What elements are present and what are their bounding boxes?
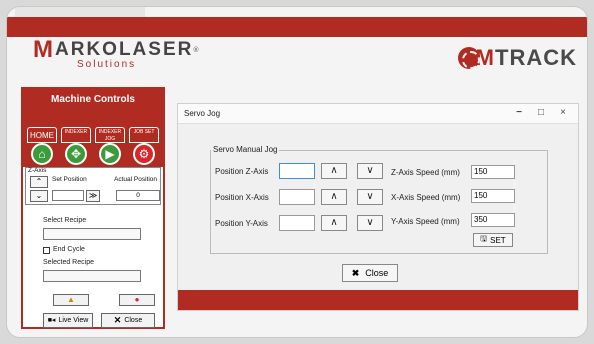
z-speed-input[interactable]: 150 [471, 165, 515, 179]
position-z-input[interactable] [279, 163, 315, 179]
y-speed-label: Y-Axis Speed (mm) [391, 217, 460, 226]
panel-spacer [23, 111, 163, 127]
z-up-arrow-button[interactable]: ∧ [321, 163, 347, 179]
job-set-button[interactable]: JOB SET ⚙ [129, 127, 159, 165]
crosshair-icon: ✥ [65, 143, 87, 165]
z-down-button[interactable]: ⌄ [30, 190, 48, 202]
group-title: Servo Manual Jog [211, 145, 280, 154]
position-z-label: Position Z-Axis [215, 167, 269, 176]
play-icon: ▶ [99, 143, 121, 165]
home-button[interactable]: HOME ⌂ [27, 127, 57, 165]
live-view-label: Live View [58, 317, 89, 324]
z-down-arrow-button[interactable]: ∨ [357, 163, 383, 179]
selected-recipe-field [43, 270, 141, 282]
stop-icon: ● [134, 295, 140, 304]
indexer-jog-button[interactable]: INDEXER JOG ▶ [95, 127, 125, 165]
window-titlebar: Servo Jog − □ × [178, 104, 578, 124]
tab-strip [15, 7, 145, 17]
x-speed-input[interactable]: 150 [471, 189, 515, 203]
house-icon: ⌂ [31, 143, 53, 165]
z-axis-legend: Z-Axis [28, 167, 47, 174]
indexer-button[interactable]: INDEXER ✥ [61, 127, 91, 165]
set-position-field[interactable] [52, 190, 84, 201]
servo-jog-window: Servo Jog − □ × Servo Manual Jog Positio… [177, 103, 579, 311]
z-axis-group: Z-Axis Set Position Actual Position ⌃ ⌄ … [25, 167, 161, 205]
indexer-label: INDEXER [61, 127, 91, 143]
end-cycle-label: End Cycle [53, 246, 85, 253]
set-label: SET [490, 235, 506, 245]
save-icon: 🖫 [480, 234, 488, 243]
end-cycle-checkbox[interactable] [43, 247, 50, 254]
top-bar [7, 17, 587, 37]
window-title: Servo Jog [184, 109, 221, 118]
x-down-arrow-button[interactable]: ∨ [357, 189, 383, 205]
servo-manual-jog-group: Servo Manual Jog Position Z-Axis ∧ ∨ Z-A… [210, 145, 548, 254]
job-set-label: JOB SET [129, 127, 159, 143]
position-y-label: Position Y-Axis [215, 219, 268, 228]
z-speed-label: Z-Axis Speed (mm) [391, 168, 460, 177]
selected-recipe-label: Selected Recipe [43, 259, 94, 266]
camera-icon: ■◂ [47, 317, 56, 324]
machine-controls-title: Machine Controls [23, 89, 163, 111]
logo-text: ARKOLASER [55, 39, 194, 60]
indexer-jog-label: INDEXER JOG [95, 127, 125, 143]
select-recipe-dropdown[interactable] [43, 228, 141, 240]
home-label: HOME [27, 127, 57, 143]
jog-close-button[interactable]: ✖ Close [342, 264, 398, 282]
panel-close-label: Close [124, 317, 143, 324]
position-y-input[interactable] [279, 215, 315, 231]
window-close-button[interactable]: × [556, 107, 570, 118]
logo-m: M [33, 36, 55, 63]
app-frame: M ARKOLASER ® Solutions MTRACK Machine C… [6, 6, 588, 338]
y-speed-input[interactable]: 350 [471, 213, 515, 227]
mtrack-logo: MTRACK [457, 45, 577, 71]
maximize-button[interactable]: □ [534, 107, 548, 118]
z-up-button[interactable]: ⌃ [30, 176, 48, 188]
set-button[interactable]: 🖫 SET [473, 233, 513, 247]
window-footer-bar [178, 290, 578, 310]
close-icon: ✖ [351, 267, 360, 278]
machine-controls-panel: Machine Controls HOME ⌂ INDEXER ✥ INDEXE… [21, 87, 165, 329]
jog-close-label: Close [365, 268, 389, 278]
gear-icon: ⚙ [133, 143, 155, 165]
x-speed-label: X-Axis Speed (mm) [391, 193, 461, 202]
x-up-arrow-button[interactable]: ∧ [321, 189, 347, 205]
select-recipe-label: Select Recipe [43, 217, 87, 224]
markolaser-logo: M ARKOLASER ® Solutions [33, 36, 198, 79]
gear-badge-icon [457, 47, 480, 69]
close-icon: ✕ [113, 315, 122, 325]
live-view-button[interactable]: ■◂ Live View [43, 313, 93, 328]
mode-buttons: HOME ⌂ INDEXER ✥ INDEXER JOG ▶ JOB SET ⚙ [23, 127, 163, 167]
y-up-arrow-button[interactable]: ∧ [321, 215, 347, 231]
actual-position-label: Actual Position [114, 176, 157, 183]
position-x-label: Position X-Axis [215, 193, 269, 202]
stop-button[interactable]: ● [119, 294, 155, 306]
logo-registered: ® [193, 46, 201, 54]
warning-button[interactable]: ▲ [53, 294, 89, 306]
mtrack-rest: TRACK [495, 45, 577, 70]
minimize-button[interactable]: − [512, 107, 526, 118]
warning-icon: ▲ [67, 295, 75, 304]
panel-close-button[interactable]: ✕ Close [101, 313, 155, 328]
y-down-arrow-button[interactable]: ∨ [357, 215, 383, 231]
set-position-label: Set Position [52, 176, 87, 183]
go-to-position-button[interactable]: ≫ [86, 190, 100, 202]
position-x-input[interactable] [279, 189, 315, 205]
actual-position-field: 0 [116, 190, 160, 201]
